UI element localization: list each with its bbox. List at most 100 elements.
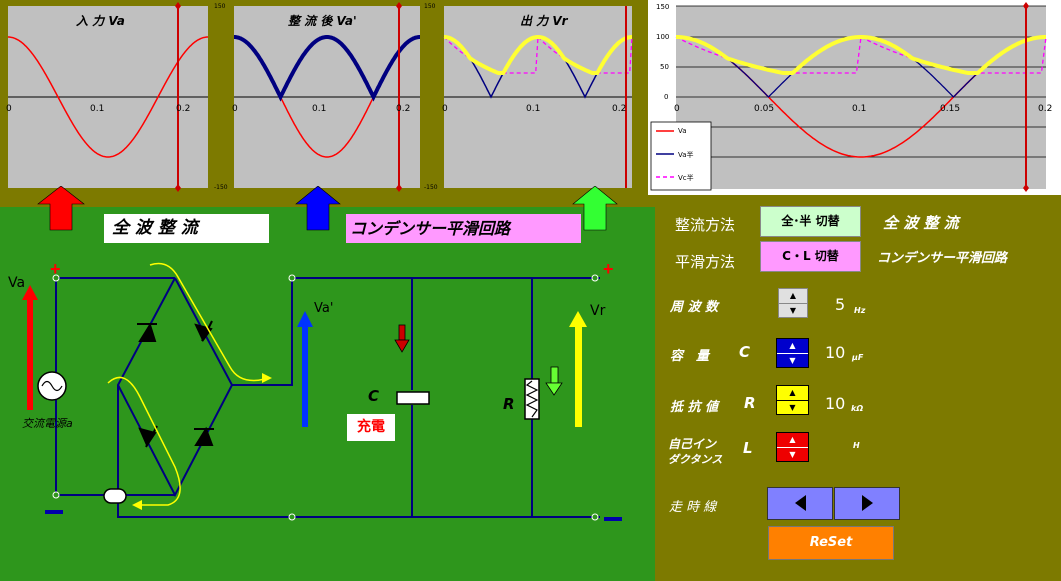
- legend-label: Va: [678, 127, 687, 135]
- chart-rectified: 150 -150 整 流 後 Va' 0 0.1 0.2: [214, 0, 420, 195]
- current-path: [149, 262, 266, 382]
- capacitor-icon: [396, 391, 430, 405]
- node: [591, 274, 599, 282]
- control-panel: 整流方法 全･半 切替 全 波 整 流 平滑方法 C・L 切替 コンデンサー平滑…: [655, 195, 1061, 581]
- chart-title: 出 力 Vr: [520, 14, 568, 28]
- flow-arrows: [37, 186, 618, 231]
- x-tick: 0.2: [396, 104, 411, 114]
- smooth-value: コンデンサー平滑回路: [877, 251, 1008, 266]
- spin-up-icon[interactable]: ▲: [777, 433, 808, 448]
- switch-icon[interactable]: [103, 488, 127, 504]
- bridge-wire: [116, 277, 234, 498]
- red-up-arrow: [37, 186, 85, 231]
- x-tick: 0: [6, 104, 12, 114]
- plot-area: [676, 6, 1046, 189]
- res-unit: kΩ: [851, 404, 864, 413]
- spin-up-icon[interactable]: ▲: [777, 339, 808, 354]
- x-tick: 0.2: [612, 104, 627, 114]
- circuit-panel: + + 全 波 整 流 コンデンサー平滑回路 Va Va' Vr 交流電源a C…: [0, 207, 655, 581]
- spin-down-icon[interactable]: ▼: [777, 448, 808, 462]
- y-tick: 100: [656, 33, 670, 41]
- chart-output: 150 -150 出 力 Vr 0 0.1 0.2: [424, 0, 634, 195]
- rect-method-label: 整流方法: [675, 216, 736, 234]
- source-label: 交流電源a: [22, 417, 73, 430]
- x-tick: 0: [442, 104, 448, 114]
- cap-symbol: C: [739, 343, 751, 361]
- chart-input: 入 力 Va 0 0.1 0.2: [0, 0, 210, 195]
- vr-arrow: [569, 311, 587, 427]
- right-arrow-icon: [862, 495, 873, 511]
- ind-label-2: ダクタンス: [668, 453, 723, 466]
- y-tick-top: 150: [214, 3, 226, 10]
- y-tick-top: 150: [424, 3, 436, 10]
- cap-value: 10: [825, 343, 846, 362]
- capacitor-label: C: [368, 387, 380, 405]
- freq-value: 5: [835, 295, 846, 314]
- freq-spinner[interactable]: ▲ ▼: [778, 288, 808, 318]
- vr-label: Vr: [590, 303, 606, 319]
- blue-up-arrow: [295, 186, 341, 231]
- x-tick: 0.2: [1038, 104, 1053, 114]
- x-tick: 0.1: [852, 104, 867, 114]
- freq-unit: Hz: [854, 306, 866, 315]
- circuit-diagram: + +: [22, 259, 622, 521]
- current-arrow: [262, 373, 272, 383]
- node: [591, 513, 599, 521]
- green-up-arrow: [572, 186, 618, 231]
- chart-title: 整 流 後 Va': [288, 14, 357, 28]
- x-tick: 0.05: [754, 104, 775, 114]
- plus-sign: +: [50, 259, 61, 279]
- ind-spinner[interactable]: ▲ ▼: [776, 432, 809, 462]
- spin-up-icon[interactable]: ▲: [777, 386, 808, 401]
- x-tick: 0: [232, 104, 238, 114]
- y-tick: 0: [664, 93, 669, 101]
- reset-button[interactable]: ReSet: [768, 526, 894, 560]
- res-value: 10: [825, 394, 846, 413]
- smooth-toggle-button[interactable]: C・L 切替: [760, 241, 861, 272]
- left-arrow-icon: [795, 495, 806, 511]
- chart-output-svg: [443, 6, 633, 188]
- resistor-label: R: [503, 395, 515, 413]
- charge-label: 充電: [347, 414, 395, 441]
- res-spinner[interactable]: ▲ ▼: [776, 385, 809, 415]
- chart-large-svg: [650, 2, 1047, 192]
- node: [52, 491, 60, 499]
- rect-value: 全 波 整 流: [883, 214, 959, 232]
- scan-right-button[interactable]: [834, 487, 900, 520]
- diode-icon: [194, 426, 214, 446]
- chart-rectified-svg: [234, 2, 420, 192]
- minus-sign: [604, 517, 622, 521]
- res-label: 抵 抗 値: [670, 400, 719, 415]
- ind-label-1: 自己イン: [668, 437, 717, 451]
- plus-sign: +: [603, 259, 614, 279]
- cap-unit: μF: [852, 353, 864, 362]
- ind-unit: H: [853, 441, 860, 450]
- spin-down-icon[interactable]: ▼: [779, 304, 807, 318]
- x-tick: 0.2: [176, 104, 191, 114]
- freq-label: 周 波 数: [670, 300, 719, 315]
- scan-left-button[interactable]: [767, 487, 833, 520]
- cap-spinner[interactable]: ▲ ▼: [776, 338, 809, 368]
- chart-input-svg: [8, 2, 208, 192]
- spin-down-icon[interactable]: ▼: [777, 354, 808, 368]
- x-tick: 0.15: [940, 104, 961, 114]
- x-tick: 0.1: [312, 104, 327, 114]
- legend-label: Vc半: [678, 174, 694, 182]
- scan-label: 走 時 線: [669, 500, 717, 515]
- chart-large: 150 100 50 0 0 0.05 0.1 0.15 0.2 Va Va半 …: [648, 0, 1061, 195]
- diode-icon: [138, 322, 157, 342]
- y-tick: 150: [656, 3, 670, 11]
- current-arrow: [132, 500, 142, 510]
- rect-toggle-button[interactable]: 全･半 切替: [760, 206, 861, 237]
- va-prime-label: Va': [314, 301, 334, 316]
- spin-down-icon[interactable]: ▼: [777, 401, 808, 415]
- smooth-method-label: 平滑方法: [675, 253, 736, 271]
- spin-up-icon[interactable]: ▲: [779, 289, 807, 304]
- ind-symbol: L: [743, 439, 753, 457]
- legend-label: Va半: [678, 151, 694, 159]
- x-tick: 0: [674, 104, 680, 114]
- minus-sign: [45, 510, 63, 514]
- y-tick: 50: [660, 63, 669, 71]
- discharge-arrow-down: [545, 366, 563, 396]
- cap-label: 容 量: [670, 349, 710, 364]
